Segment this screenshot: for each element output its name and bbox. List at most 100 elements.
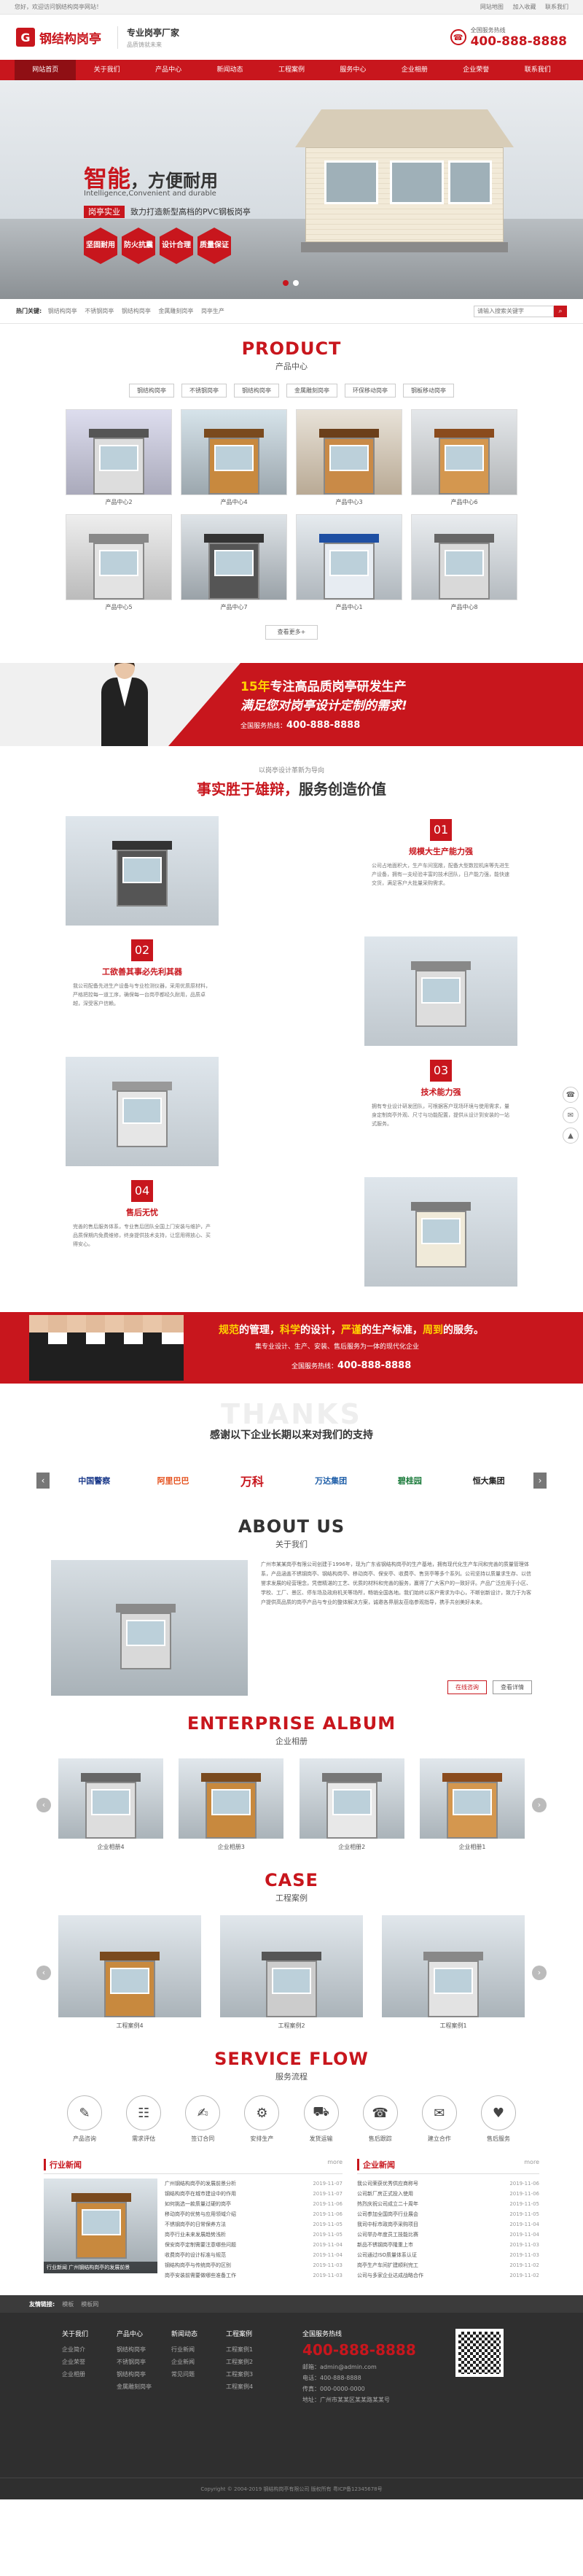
next-arrow-icon[interactable]: › bbox=[533, 1473, 547, 1489]
partner-logo[interactable]: 碧桂园 bbox=[375, 1464, 444, 1497]
news-item[interactable]: 钢结构岗亭在城市建设中的作用 2019-11-07 bbox=[165, 2189, 343, 2199]
nav-products[interactable]: 产品中心 bbox=[138, 60, 199, 80]
partner-logo[interactable]: 恒大集团 bbox=[455, 1464, 523, 1497]
news-item[interactable]: 新品不锈钢岗亭隆重上市 2019-11-03 bbox=[357, 2240, 539, 2250]
next-arrow-icon[interactable]: › bbox=[532, 1797, 547, 1812]
about-section: 广州市某某岗亭有限公司创建于1996年，现为广东省钢结构岗亭的生产基地，拥有现代… bbox=[51, 1560, 532, 1699]
news-more-link[interactable]: more bbox=[524, 2159, 539, 2170]
nav-contact[interactable]: 联系我们 bbox=[507, 60, 568, 80]
product-card[interactable]: 产品中心4 bbox=[181, 409, 287, 507]
nav-news[interactable]: 新闻动态 bbox=[199, 60, 260, 80]
consult-button[interactable]: 在线咨询 bbox=[447, 1680, 487, 1694]
news-item[interactable]: 广州钢结构岗亭的发展前景分析 2019-11-07 bbox=[165, 2179, 343, 2189]
product-tab[interactable]: 钢结构岗亭 bbox=[234, 384, 279, 397]
product-card[interactable]: 产品中心7 bbox=[181, 514, 287, 612]
friend-link[interactable]: 模板网 bbox=[81, 2300, 98, 2308]
product-tab[interactable]: 钢板移动岗亭 bbox=[403, 384, 454, 397]
float-mail-icon[interactable]: ✉ bbox=[563, 1107, 579, 1123]
partner-logo[interactable]: 万达集团 bbox=[297, 1464, 365, 1497]
album-item[interactable]: 企业相册4 bbox=[58, 1758, 163, 1851]
nav-honor[interactable]: 企业荣誉 bbox=[445, 60, 506, 80]
partner-logo[interactable]: 万科 bbox=[218, 1464, 286, 1497]
keyword-link[interactable]: 钢结构岗亭 bbox=[122, 308, 151, 314]
news-item[interactable]: 公司参加全国岗亭行业展会 2019-11-05 bbox=[357, 2209, 539, 2219]
prev-arrow-icon[interactable]: ‹ bbox=[36, 1797, 51, 1812]
partner-logo[interactable]: 中国警察 bbox=[60, 1464, 128, 1497]
news-item[interactable]: 钢结构岗亭与传统岗亭的区别 2019-11-03 bbox=[165, 2260, 343, 2270]
keyword-link[interactable]: 不锈钢岗亭 bbox=[85, 308, 114, 314]
product-card[interactable]: 产品中心8 bbox=[411, 514, 517, 612]
hero-banner[interactable]: 智能，方便耐用 Intelligence,Convenient and dura… bbox=[0, 80, 583, 299]
keyword-bar: 热门关键: 钢结构岗亭 不锈钢岗亭 钢结构岗亭 金属雕刻岗亭 岗亭生产 ⌕ bbox=[0, 299, 583, 324]
banner-dot[interactable] bbox=[293, 280, 299, 286]
nav-about[interactable]: 关于我们 bbox=[76, 60, 137, 80]
case-item[interactable]: 工程案例2 bbox=[220, 1915, 363, 2030]
product-card[interactable]: 产品中心2 bbox=[66, 409, 172, 507]
details-button[interactable]: 查看详情 bbox=[493, 1680, 532, 1694]
float-top-icon[interactable]: ▲ bbox=[563, 1128, 579, 1144]
case-item[interactable]: 工程案例1 bbox=[382, 1915, 525, 2030]
link-sitemap[interactable]: 网站地图 bbox=[480, 4, 504, 10]
keyword-link[interactable]: 岗亭生产 bbox=[201, 308, 224, 314]
news-item[interactable]: 保安岗亭定制需要注意哪些问题 2019-11-04 bbox=[165, 2240, 343, 2250]
news-item[interactable]: 岗亭安装前需要做哪些准备工作 2019-11-03 bbox=[165, 2270, 343, 2281]
product-tab[interactable]: 不锈钢岗亭 bbox=[181, 384, 227, 397]
prev-arrow-icon[interactable]: ‹ bbox=[36, 1965, 51, 1980]
link-contact[interactable]: 联系我们 bbox=[545, 4, 568, 10]
album-item[interactable]: 企业相册2 bbox=[299, 1758, 404, 1851]
banner-tagline: 岗亭实业 致力打造新型高档的PVC钢板岗亭 bbox=[84, 206, 251, 218]
product-card[interactable]: 产品中心1 bbox=[296, 514, 402, 612]
flow-step: ⚙ 安排生产 bbox=[235, 2095, 288, 2143]
news-more-link[interactable]: more bbox=[327, 2159, 343, 2170]
prev-arrow-icon[interactable]: ‹ bbox=[36, 1473, 50, 1489]
logo[interactable]: G 钢结构岗亭 专业岗亭厂家 品质铸就未来 bbox=[16, 26, 179, 49]
search-input[interactable] bbox=[474, 305, 554, 317]
news-item[interactable]: 我司中标市政岗亭采购项目 2019-11-04 bbox=[357, 2219, 539, 2230]
partner-logo[interactable]: 阿里巴巴 bbox=[139, 1464, 208, 1497]
link-favorite[interactable]: 加入收藏 bbox=[512, 4, 536, 10]
news-item[interactable]: 公司通过ISO质量体系认证 2019-11-03 bbox=[357, 2250, 539, 2260]
news-item[interactable]: 不锈钢岗亭的日常保养方法 2019-11-05 bbox=[165, 2219, 343, 2230]
case-item[interactable]: 工程案例4 bbox=[58, 1915, 201, 2030]
banner-dot[interactable] bbox=[283, 280, 289, 286]
product-card[interactable]: 产品中心3 bbox=[296, 409, 402, 507]
next-arrow-icon[interactable]: › bbox=[532, 1965, 547, 1980]
news-item[interactable]: 收费岗亭的设计标准与规范 2019-11-04 bbox=[165, 2250, 343, 2260]
album-item[interactable]: 企业相册1 bbox=[419, 1758, 525, 1851]
keyword-link[interactable]: 金属雕刻岗亭 bbox=[158, 308, 193, 314]
consult-icon: ✎ bbox=[67, 2095, 102, 2130]
album-item[interactable]: 企业相册3 bbox=[179, 1758, 284, 1851]
flow-step: ✍ 签订合同 bbox=[176, 2095, 229, 2143]
main-nav: 网站首页 关于我们 产品中心 新闻动态 工程案例 服务中心 企业相册 企业荣誉 … bbox=[0, 60, 583, 80]
float-phone-icon[interactable]: ☎ bbox=[563, 1087, 579, 1103]
nav-service[interactable]: 服务中心 bbox=[322, 60, 383, 80]
product-tab[interactable]: 钢结构岗亭 bbox=[129, 384, 174, 397]
news-item[interactable]: 公司新厂房正式投入使用 2019-11-06 bbox=[357, 2189, 539, 2199]
news-item[interactable]: 热烈庆祝公司成立二十周年 2019-11-05 bbox=[357, 2199, 539, 2209]
nav-album[interactable]: 企业相册 bbox=[384, 60, 445, 80]
search-button[interactable]: ⌕ bbox=[554, 305, 567, 317]
product-tab[interactable]: 金属雕刻岗亭 bbox=[286, 384, 337, 397]
news-item[interactable]: 公司与多家企业达成战略合作 2019-11-02 bbox=[357, 2270, 539, 2281]
product-card[interactable]: 产品中心5 bbox=[66, 514, 172, 612]
about-title: ABOUT US 关于我们 bbox=[0, 1516, 583, 1550]
product-more-button[interactable]: 查看更多+ bbox=[265, 625, 318, 640]
news-item[interactable]: 岗亭生产车间扩建顺利完工 2019-11-02 bbox=[357, 2260, 539, 2270]
banner-booth-image bbox=[295, 109, 514, 255]
news-image[interactable]: 行业新闻 广州钢结构岗亭的发展前景 bbox=[44, 2179, 157, 2273]
slogan-sub: 品质铸就未来 bbox=[127, 41, 162, 48]
flow-step: ✎ 产品咨询 bbox=[58, 2095, 111, 2143]
product-card[interactable]: 产品中心6 bbox=[411, 409, 517, 507]
news-item[interactable]: 移动岗亭的优势与应用领域介绍 2019-11-06 bbox=[165, 2209, 343, 2219]
nav-cases[interactable]: 工程案例 bbox=[261, 60, 322, 80]
keyword-link[interactable]: 钢结构岗亭 bbox=[48, 308, 77, 314]
news-item[interactable]: 岗亭行业未来发展趋势浅析 2019-11-05 bbox=[165, 2230, 343, 2240]
friend-link[interactable]: 模板 bbox=[62, 2300, 74, 2308]
news-item[interactable]: 如何挑选一款质量过硬的岗亭 2019-11-06 bbox=[165, 2199, 343, 2209]
product-tab[interactable]: 环保移动岗亭 bbox=[345, 384, 396, 397]
nav-home[interactable]: 网站首页 bbox=[15, 60, 77, 80]
news-item[interactable]: 我公司荣获优秀供应商称号 2019-11-06 bbox=[357, 2179, 539, 2189]
news-item[interactable]: 公司举办年度员工技能比赛 2019-11-04 bbox=[357, 2230, 539, 2240]
feature-hex: 防火抗震 bbox=[122, 228, 155, 264]
advantage-item: 04 售后无忧 完善的售后服务体系，专业售后团队全国上门安装与维护，产品质保期内免费… bbox=[66, 1177, 517, 1287]
